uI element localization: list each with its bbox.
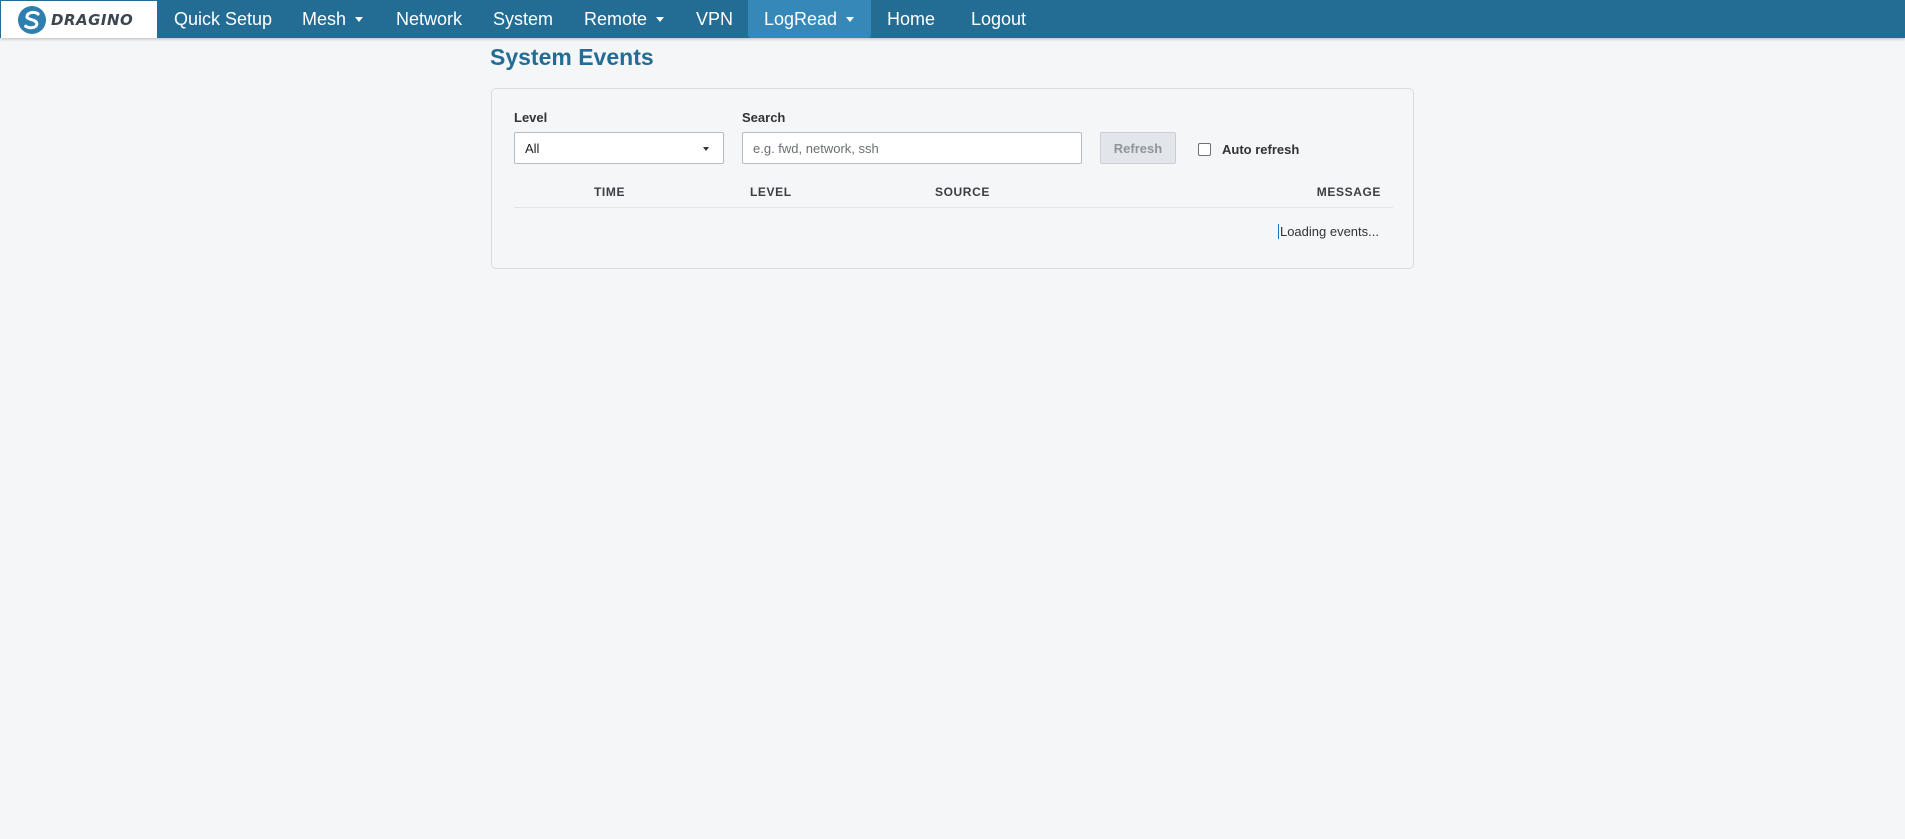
column-header-level: LEVEL: [750, 185, 792, 199]
nav-vpn-label: VPN: [696, 8, 734, 29]
nav-logout-label: Logout: [971, 8, 1027, 29]
level-select[interactable]: All: [514, 132, 724, 164]
nav-logread[interactable]: LogRead: [748, 0, 871, 38]
events-table-header: TIME LEVEL SOURCE MESSAGE: [514, 183, 1393, 208]
level-label: Level: [514, 110, 548, 125]
refresh-button[interactable]: Refresh: [1100, 132, 1176, 164]
top-navbar: DRAGINO Quick Setup Mesh Network System …: [0, 0, 1905, 38]
brand-name: DRAGINO: [51, 10, 134, 29]
nav-mesh-label: Mesh: [302, 8, 347, 29]
loading-message: Loading events...: [1277, 224, 1379, 239]
nav-vpn[interactable]: VPN: [680, 0, 749, 38]
nav-logread-label: LogRead: [764, 8, 838, 29]
nav-quick-setup-label: Quick Setup: [174, 8, 273, 29]
nav-home[interactable]: Home: [871, 0, 951, 38]
search-input[interactable]: [742, 132, 1082, 164]
nav-system[interactable]: System: [477, 0, 569, 38]
chevron-down-icon: [656, 17, 665, 22]
page-title: System Events: [490, 44, 654, 70]
brand-logo-link[interactable]: DRAGINO: [1, 1, 157, 38]
text-cursor-icon: [1277, 224, 1279, 239]
nav-network-label: Network: [396, 8, 463, 29]
events-panel: Level All Search Refresh Auto refresh TI…: [491, 88, 1414, 269]
nav-system-label: System: [493, 8, 554, 29]
nav-network[interactable]: Network: [380, 0, 478, 38]
auto-refresh-toggle[interactable]: Auto refresh: [1198, 139, 1299, 159]
nav-logout[interactable]: Logout: [955, 0, 1042, 38]
search-label: Search: [742, 110, 786, 125]
column-header-source: SOURCE: [935, 185, 990, 199]
auto-refresh-label: Auto refresh: [1222, 141, 1300, 157]
loading-text: Loading events...: [1279, 224, 1379, 239]
chevron-down-icon: [846, 17, 855, 22]
nav-remote[interactable]: Remote: [568, 0, 680, 38]
nav-quick-setup[interactable]: Quick Setup: [157, 0, 288, 38]
nav-remote-label: Remote: [584, 8, 648, 29]
nav-home-label: Home: [887, 8, 936, 29]
caret-down-icon: [703, 147, 709, 151]
chevron-down-icon: [355, 17, 364, 22]
column-header-message: MESSAGE: [1316, 185, 1381, 199]
column-header-time: TIME: [594, 185, 626, 199]
dragino-swirl-logo-icon: [17, 5, 47, 35]
auto-refresh-checkbox[interactable]: [1198, 142, 1211, 156]
nav-mesh[interactable]: Mesh: [286, 0, 378, 38]
level-select-value: All: [525, 140, 540, 156]
